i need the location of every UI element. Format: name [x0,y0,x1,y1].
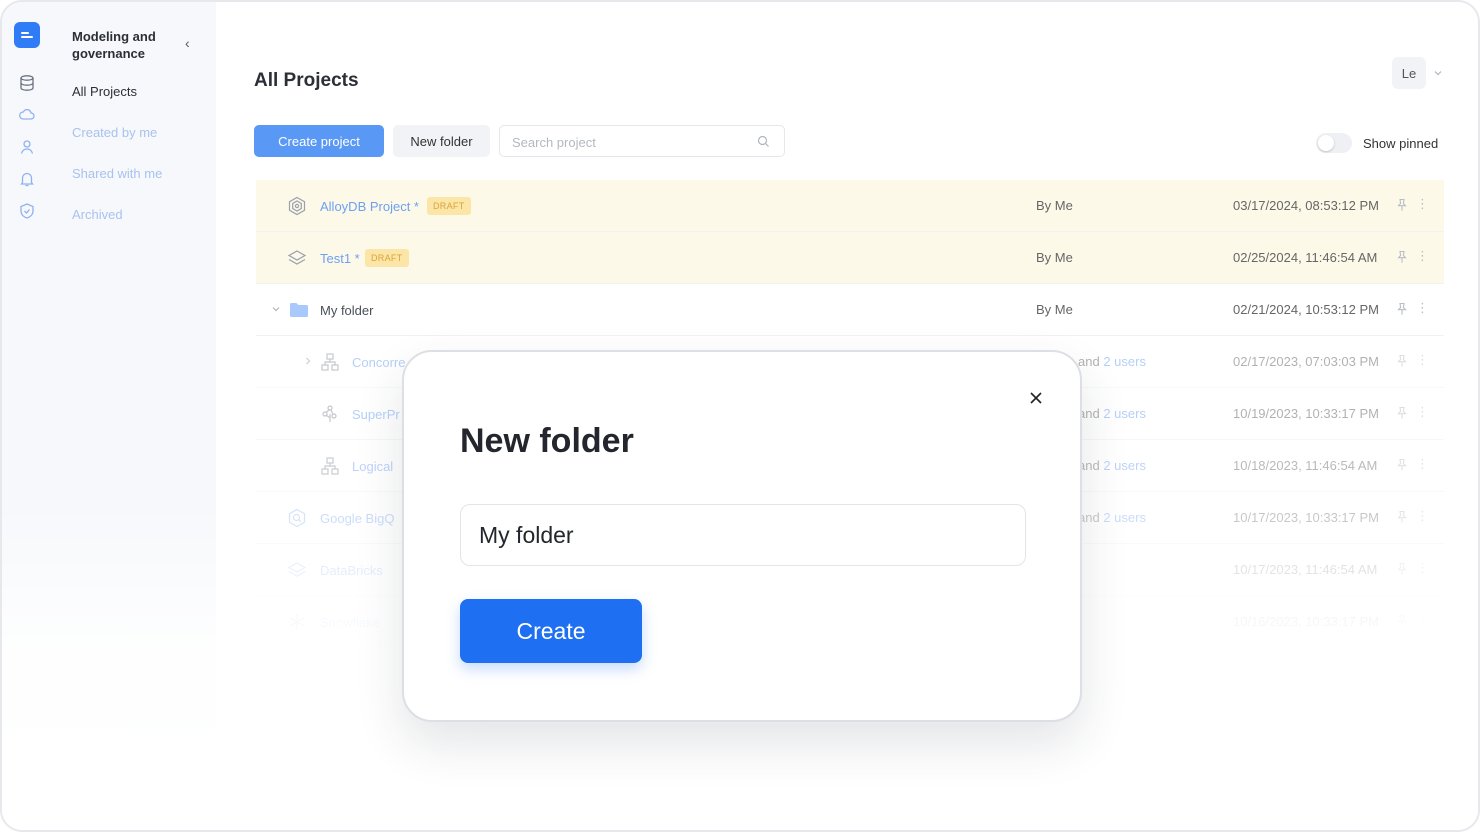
pin-icon[interactable] [1396,458,1408,472]
dialog-title: New folder [460,422,634,460]
sidebar-title: Modeling and governance [72,29,156,61]
owner-cell: and 2 users [1078,458,1146,473]
more-icon[interactable]: ⋮ [1416,301,1429,316]
project-name[interactable]: Concorre [352,355,405,370]
chevron-down-icon[interactable] [1433,68,1443,78]
draft-badge: DRAFT [365,249,409,267]
chevron-down-icon[interactable] [271,304,281,314]
folder-name-field[interactable] [460,504,1026,566]
create-project-button[interactable]: Create project [254,125,384,157]
draft-badge: DRAFT [427,197,471,215]
date-cell: 10/17/2023, 11:46:54 AM [1233,562,1378,577]
owner-text: and [1078,354,1100,369]
create-button[interactable]: Create [460,599,642,663]
pin-icon[interactable] [1396,250,1408,264]
project-name[interactable]: Logical [352,459,393,474]
snowflake-icon [289,614,305,630]
date-cell: 10/17/2023, 10:33:17 PM [1233,510,1380,525]
pin-icon[interactable] [1396,406,1408,420]
more-icon[interactable]: ⋮ [1416,457,1429,472]
shared-users-link[interactable]: 2 users [1103,406,1146,421]
new-folder-button[interactable]: New folder [393,125,490,157]
table-row[interactable]: Test1 * DRAFT By Me 02/25/2024, 11:46:54… [256,232,1444,284]
avatar[interactable]: Le [1392,57,1426,89]
owner-cell: and 2 users [1078,354,1146,369]
folder-icon [290,303,308,317]
project-name[interactable]: Snowflake [320,615,380,630]
show-pinned-label: Show pinned [1363,136,1439,151]
more-icon[interactable]: ⋮ [1416,249,1429,264]
shared-users-link[interactable]: 2 users [1103,354,1146,369]
layers-icon [287,562,307,577]
project-name[interactable]: DataBricks [320,563,383,578]
layers-icon [287,250,307,265]
show-pinned-toggle[interactable] [1316,133,1352,153]
pin-icon[interactable] [1396,562,1408,576]
sidebar-item-archived[interactable]: Archived [72,207,123,223]
table-row[interactable]: AlloyDB Project * DRAFT By Me 03/17/2024… [256,180,1444,232]
owner-cell: By Me [1036,302,1073,317]
more-icon[interactable]: ⋮ [1416,197,1429,212]
alloydb-icon [288,196,306,216]
folder-name[interactable]: My folder [320,303,373,318]
shared-users-link[interactable]: 2 users [1103,458,1146,473]
app-logo[interactable] [14,22,40,48]
bigquery-icon [288,508,306,528]
date-cell: 02/21/2024, 10:53:12 PM [1233,302,1380,317]
date-cell: 03/17/2024, 08:53:12 PM [1233,198,1380,213]
sidebar-item-shared-with-me[interactable]: Shared with me [72,166,162,182]
pin-icon[interactable] [1396,354,1408,368]
chevron-right-icon[interactable] [303,356,313,366]
search-input[interactable] [512,133,742,151]
owner-cell: By Me [1036,250,1073,265]
table-row[interactable]: My folder By Me 02/21/2024, 10:53:12 PM … [256,284,1444,336]
date-cell: 02/25/2024, 11:46:54 AM [1233,250,1378,265]
project-name[interactable]: Google BigQ [320,511,394,526]
shield-icon[interactable] [18,202,36,220]
new-folder-dialog: New folder Create [402,350,1082,722]
bell-icon[interactable] [18,170,36,188]
hierarchy-icon [321,353,339,371]
collapse-sidebar-icon[interactable]: ‹ [185,36,197,50]
sidebar-item-all-projects[interactable]: All Projects [72,84,137,100]
toggle-knob [1318,135,1334,151]
owner-cell: and 2 users [1078,406,1146,421]
date-cell: 10/19/2023, 10:33:17 PM [1233,406,1380,421]
more-icon[interactable]: ⋮ [1416,613,1429,628]
search-icon[interactable] [757,135,770,148]
search-field[interactable] [499,125,785,157]
sidebar-item-created-by-me[interactable]: Created by me [72,125,157,141]
date-cell: 10/18/2023, 11:46:54 AM [1233,458,1378,473]
sidebar: Modeling and governance ‹ All Projects C… [50,2,216,830]
pin-icon[interactable] [1396,510,1408,524]
more-icon[interactable]: ⋮ [1416,405,1429,420]
user-icon[interactable] [18,138,36,156]
more-icon[interactable]: ⋮ [1416,353,1429,368]
folder-name-input[interactable] [479,520,999,550]
project-name[interactable]: SuperPr [352,407,400,422]
app-window: Modeling and governance ‹ All Projects C… [0,0,1480,832]
pin-icon[interactable] [1396,302,1408,316]
cloud-icon[interactable] [18,106,36,124]
network-icon [322,405,337,422]
page-title: All Projects [254,70,359,91]
date-cell: 02/17/2023, 07:03:03 PM [1233,354,1380,369]
more-icon[interactable]: ⋮ [1416,561,1429,576]
project-name[interactable]: Test1 * [320,251,360,266]
close-icon[interactable] [1028,390,1044,406]
date-cell: 10/16/2023, 10:33:17 PM [1233,614,1380,629]
pin-icon[interactable] [1396,198,1408,212]
project-name[interactable]: AlloyDB Project * [320,199,419,214]
hierarchy-icon [321,457,339,475]
owner-cell: By Me [1036,198,1073,213]
pin-icon[interactable] [1396,614,1408,628]
shared-users-link[interactable]: 2 users [1103,510,1146,525]
database-icon[interactable] [18,74,36,92]
icon-rail [2,2,50,830]
owner-cell: and 2 users [1078,510,1146,525]
more-icon[interactable]: ⋮ [1416,509,1429,524]
